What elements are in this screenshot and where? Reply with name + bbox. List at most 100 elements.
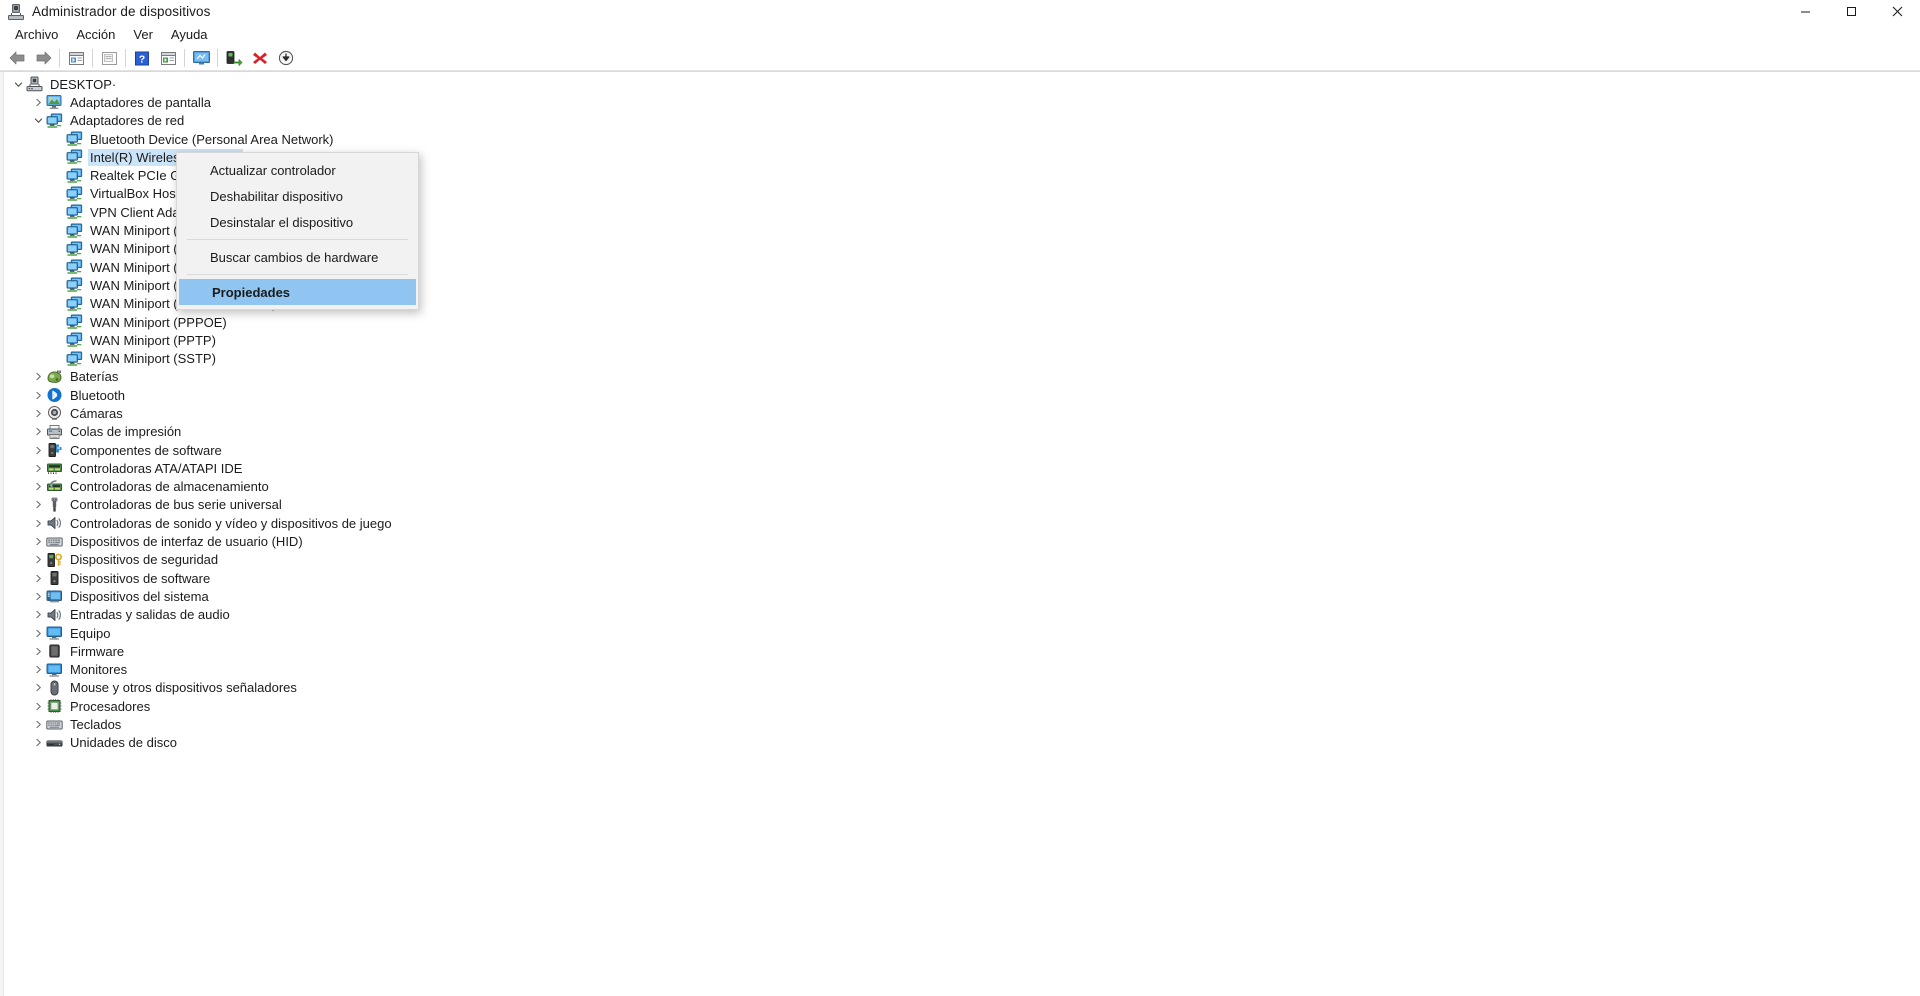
chevron-right-icon[interactable] bbox=[30, 569, 46, 587]
ctx-scan-hardware-changes[interactable]: Buscar cambios de hardware bbox=[177, 244, 418, 270]
view-details-button[interactable] bbox=[155, 47, 181, 69]
tree-node-camaras[interactable]: Cámaras bbox=[4, 404, 1920, 422]
chevron-right-icon[interactable] bbox=[30, 404, 46, 422]
ctx-uninstall-device[interactable]: Desinstalar el dispositivo bbox=[177, 209, 418, 235]
tree-node-baterias[interactable]: Baterías bbox=[4, 368, 1920, 386]
properties-button[interactable] bbox=[96, 47, 122, 69]
tree-node-colas-de-impresion[interactable]: Colas de impresión bbox=[4, 423, 1920, 441]
context-menu[interactable]: Actualizar controlador Deshabilitar dispo… bbox=[176, 152, 419, 310]
tree-node-entradas-y-salidas-de-audio[interactable]: Entradas y salidas de audio bbox=[4, 606, 1920, 624]
close-button[interactable] bbox=[1874, 0, 1920, 23]
ctx-disable-device[interactable]: Deshabilitar dispositivo bbox=[177, 183, 418, 209]
tree-node-mouse-y-otros-dispositivos-senaladores[interactable]: Mouse y otros dispositivos señaladores bbox=[4, 679, 1920, 697]
tree-node-controladoras-de-sonido-y-video-y-dispositivos-d[interactable]: Controladoras de sonido y vídeo y dispos… bbox=[4, 514, 1920, 532]
tree-node-adaptadores-de-pantalla[interactable]: Adaptadores de pantalla bbox=[4, 93, 1920, 111]
camera-icon bbox=[46, 405, 63, 421]
chevron-right-icon[interactable] bbox=[30, 441, 46, 459]
back-button[interactable] bbox=[4, 47, 30, 69]
tree-node-wan-miniport-sstp[interactable]: WAN Miniport (SSTP) bbox=[4, 349, 1920, 367]
ctx-update-driver[interactable]: Actualizar controlador bbox=[177, 157, 418, 183]
tree-node-componentes-de-software[interactable]: Componentes de software bbox=[4, 441, 1920, 459]
network-adapter-icon bbox=[66, 314, 83, 330]
help-button[interactable]: ? bbox=[129, 47, 155, 69]
tree-node-label: Colas de impresión bbox=[70, 424, 182, 440]
menu-archivo[interactable]: Archivo bbox=[6, 25, 67, 44]
tree-node-label: Dispositivos del sistema bbox=[70, 588, 209, 604]
network-adapter-icon bbox=[66, 296, 83, 312]
tree-node-label: Unidades de disco bbox=[70, 735, 177, 751]
disk-drive-icon bbox=[46, 735, 63, 751]
menu-accion[interactable]: Acción bbox=[67, 25, 124, 44]
show-hide-tree-button[interactable] bbox=[63, 47, 89, 69]
chevron-right-icon[interactable] bbox=[30, 386, 46, 404]
chevron-right-icon[interactable] bbox=[30, 716, 46, 734]
menu-ayuda[interactable]: Ayuda bbox=[162, 25, 217, 44]
tree-node-unidades-de-disco[interactable]: Unidades de disco bbox=[4, 734, 1920, 752]
tree-node-firmware[interactable]: Firmware bbox=[4, 642, 1920, 660]
chevron-right-icon[interactable] bbox=[30, 551, 46, 569]
tree-node-label: WAN Miniport (PPTP) bbox=[90, 332, 216, 348]
tree-node-controladoras-de-bus-serie-universal[interactable]: Controladoras de bus serie universal bbox=[4, 496, 1920, 514]
tree-node-procesadores[interactable]: Procesadores bbox=[4, 697, 1920, 715]
tree-node-controladoras-ata-atapi-ide[interactable]: Controladoras ATA/ATAPI IDE bbox=[4, 459, 1920, 477]
svg-text:?: ? bbox=[139, 53, 145, 65]
tree-node-dispositivos-de-interfaz-de-usuario-hid[interactable]: Dispositivos de interfaz de usuario (HID… bbox=[4, 532, 1920, 550]
context-menu-item-label: Actualizar controlador bbox=[210, 162, 336, 178]
chevron-right-icon[interactable] bbox=[30, 459, 46, 477]
tree-node-wan-miniport-pppoe[interactable]: WAN Miniport (PPPOE) bbox=[4, 313, 1920, 331]
tree-node-teclados[interactable]: Teclados bbox=[4, 715, 1920, 733]
chevron-right-icon[interactable] bbox=[30, 661, 46, 679]
sound-icon bbox=[46, 515, 63, 531]
chevron-down-icon[interactable] bbox=[30, 112, 46, 130]
ctx-properties[interactable]: Propiedades bbox=[179, 279, 416, 305]
tree-node-equipo[interactable]: Equipo bbox=[4, 624, 1920, 642]
chevron-right-icon[interactable] bbox=[30, 587, 46, 605]
tree-node-label: Controladoras de sonido y vídeo y dispos… bbox=[70, 515, 392, 531]
chevron-right-icon[interactable] bbox=[30, 514, 46, 532]
update-driver-button[interactable] bbox=[221, 47, 247, 69]
toolbar-separator bbox=[92, 49, 93, 67]
tree-node-dispositivos-del-sistema[interactable]: Dispositivos del sistema bbox=[4, 587, 1920, 605]
tree-node-monitores[interactable]: Monitores bbox=[4, 661, 1920, 679]
firmware-icon bbox=[46, 643, 63, 659]
scan-hardware-changes-icon bbox=[192, 50, 211, 66]
chevron-right-icon[interactable] bbox=[30, 478, 46, 496]
ide-controller-icon bbox=[46, 460, 63, 476]
chevron-right-icon[interactable] bbox=[30, 642, 46, 660]
chevron-right-icon[interactable] bbox=[30, 368, 46, 386]
chevron-right-icon[interactable] bbox=[30, 624, 46, 642]
tree-node-label: Adaptadores de pantalla bbox=[70, 94, 211, 110]
maximize-button[interactable] bbox=[1828, 0, 1874, 23]
chevron-right-icon[interactable] bbox=[30, 93, 46, 111]
keyboard-icon bbox=[46, 717, 63, 733]
chevron-down-icon[interactable] bbox=[10, 75, 26, 93]
chevron-right-icon[interactable] bbox=[30, 533, 46, 551]
chevron-right-icon[interactable] bbox=[30, 423, 46, 441]
forward-button[interactable] bbox=[30, 47, 56, 69]
tree-node-bluetooth-device-personal-area-network[interactable]: Bluetooth Device (Personal Area Network) bbox=[4, 130, 1920, 148]
tree-node-dispositivos-de-seguridad[interactable]: Dispositivos de seguridad bbox=[4, 551, 1920, 569]
uninstall-device-button[interactable] bbox=[247, 47, 273, 69]
menu-ver[interactable]: Ver bbox=[124, 25, 162, 44]
context-menu-item-label: Desinstalar el dispositivo bbox=[210, 214, 354, 230]
help-icon: ? bbox=[134, 51, 150, 66]
disable-device-button[interactable] bbox=[273, 47, 299, 69]
tree-node-dispositivos-de-software[interactable]: Dispositivos de software bbox=[4, 569, 1920, 587]
minimize-button[interactable] bbox=[1782, 0, 1828, 23]
tree-node-controladoras-de-almacenamiento[interactable]: Controladoras de almacenamiento bbox=[4, 478, 1920, 496]
tree-node-adaptadores-de-red[interactable]: Adaptadores de red bbox=[4, 112, 1920, 130]
disable-device-icon bbox=[278, 50, 294, 66]
tree-node-desktop[interactable]: DESKTOP· bbox=[4, 75, 1920, 93]
chevron-right-icon[interactable] bbox=[30, 697, 46, 715]
tree-node-wan-miniport-pptp[interactable]: WAN Miniport (PPTP) bbox=[4, 331, 1920, 349]
tree-node-label: Dispositivos de interfaz de usuario (HID… bbox=[70, 534, 303, 550]
scan-hardware-changes-button[interactable] bbox=[188, 47, 214, 69]
chevron-right-icon[interactable] bbox=[30, 496, 46, 514]
chevron-right-icon[interactable] bbox=[30, 734, 46, 752]
network-adapter-icon bbox=[66, 168, 83, 184]
chevron-right-icon[interactable] bbox=[30, 679, 46, 697]
tree-node-bluetooth[interactable]: Bluetooth bbox=[4, 386, 1920, 404]
monitor-icon bbox=[46, 662, 63, 678]
chevron-right-icon[interactable] bbox=[30, 606, 46, 624]
network-adapter-icon bbox=[66, 131, 83, 147]
